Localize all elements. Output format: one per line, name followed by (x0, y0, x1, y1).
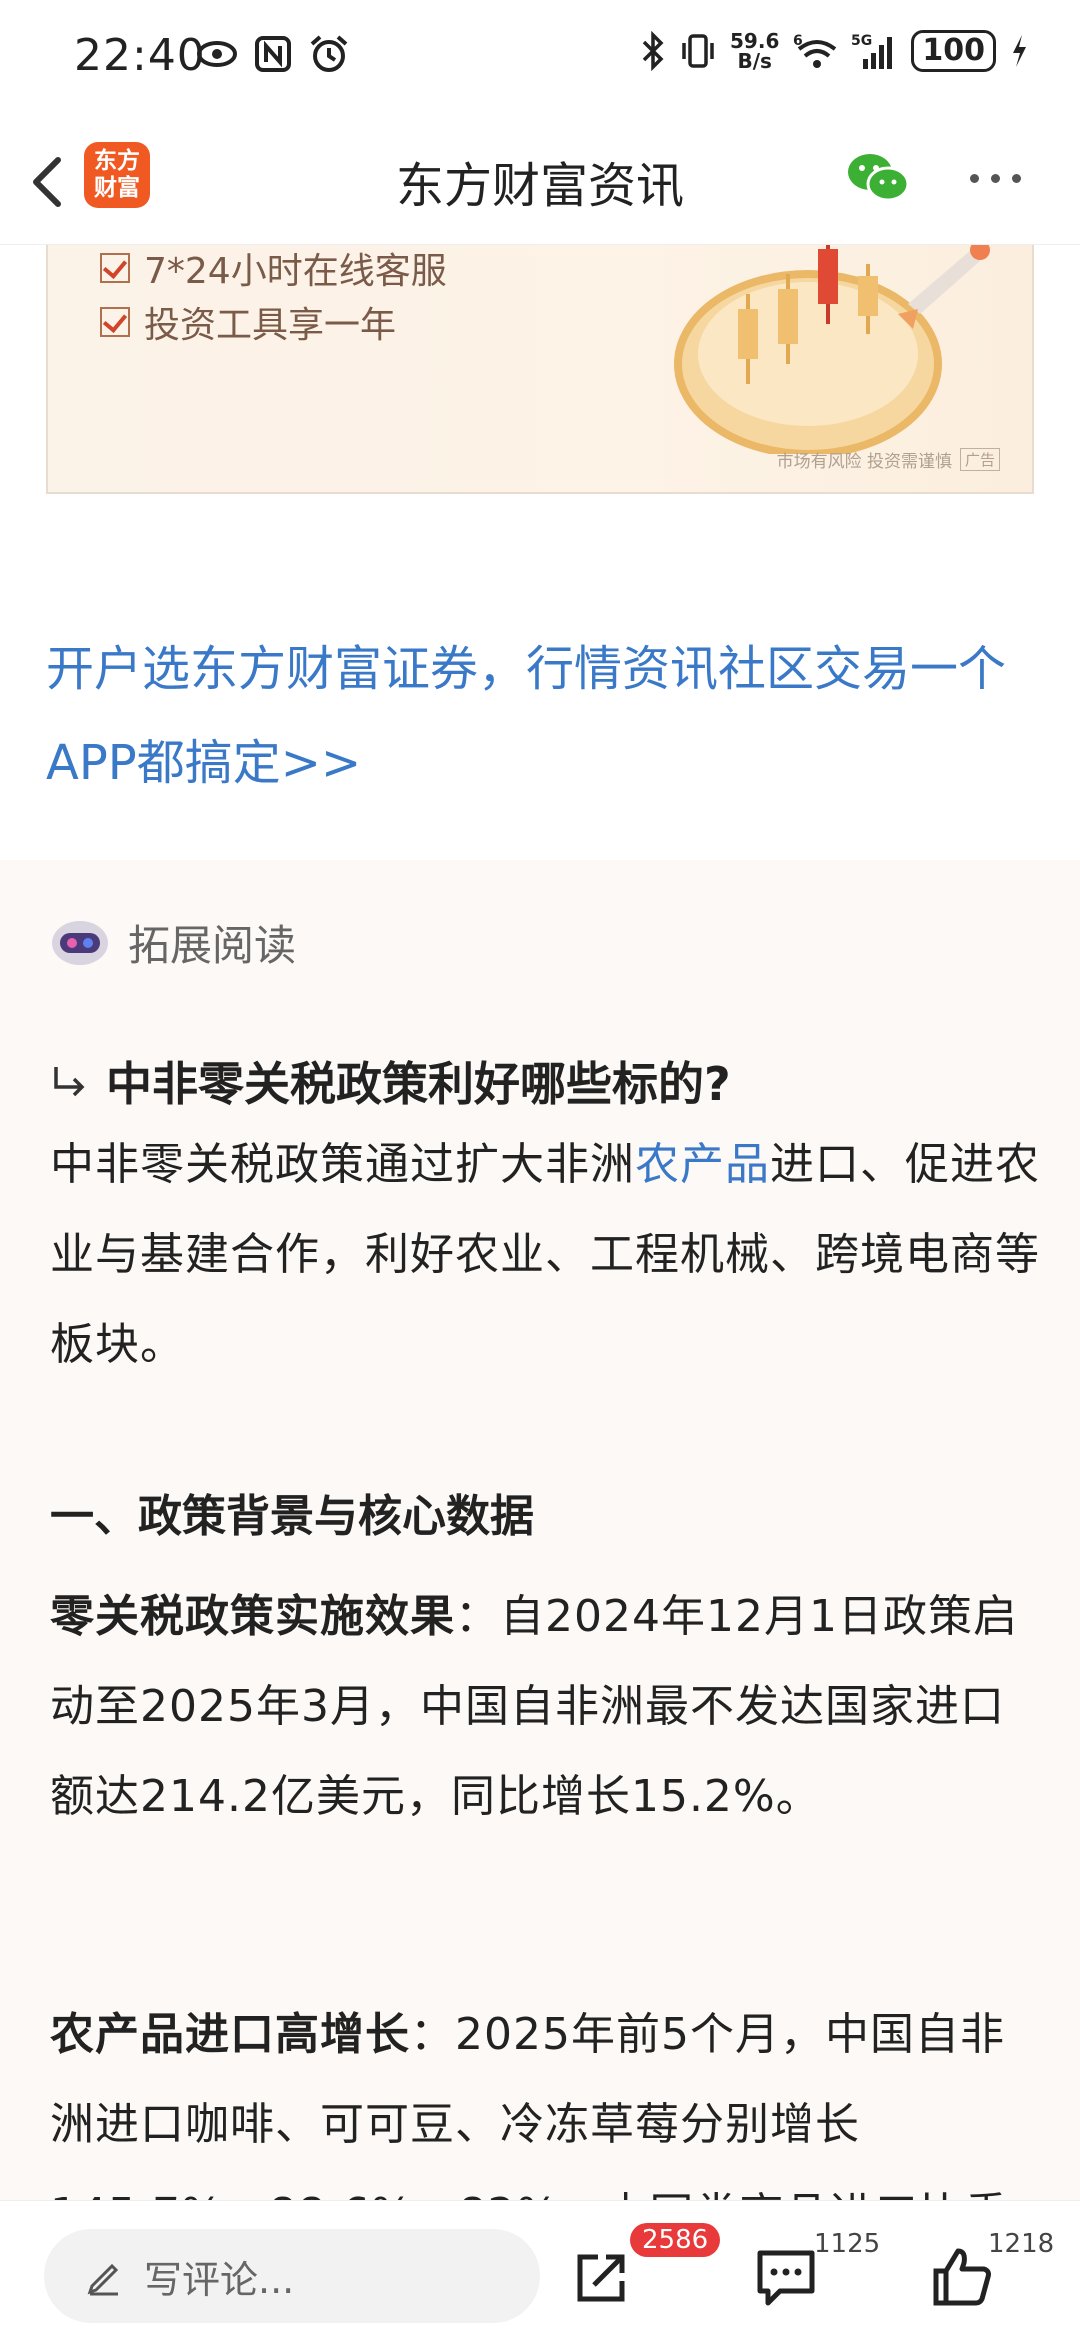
ad-feature-line: 7*24小时在线客服 (100, 244, 447, 294)
eye-icon (197, 41, 237, 67)
more-options-button[interactable] (970, 160, 1034, 196)
question-text: 中非零关税政策利好哪些标的? (106, 1057, 731, 1111)
more-dot-icon (1012, 173, 1021, 183)
ad-feature-text: 7*24小时在线客服 (144, 251, 447, 292)
ad-feature-text: 投资工具享一年 (144, 305, 397, 346)
answer-intro: 中非零关税政策通过扩大非洲农产品进口、促进农业与基建合作，利好农业、工程机械、跨… (50, 1120, 1040, 1390)
ad-tag: 广告 (959, 448, 1000, 471)
bottom-action-bar: 写评论... 2586 1125 1218 (0, 2200, 1080, 2341)
ad-disclaimer: 市场有风险 投资需谨慎 广告 (777, 447, 1000, 472)
alarm-icon (310, 35, 348, 72)
nav-bar: 东方 财富 东方财富资讯 (0, 120, 1080, 245)
charging-icon (1013, 35, 1026, 67)
wechat-share-icon[interactable] (846, 150, 910, 206)
pen-icon (87, 2263, 119, 2296)
extended-reading-header: 拓展阅读 (50, 912, 296, 973)
status-left-icons (196, 34, 350, 74)
extended-reading-section: 拓展阅读 中非零关税政策利好哪些标的? 中非零关税政策通过扩大非洲农产品进口、促… (0, 860, 1080, 2330)
ai-robot-icon (52, 920, 108, 965)
paragraph: 零关税政策实施效果：自2024年12月1日政策启动至2025年3月，中国自非洲最… (50, 1572, 1040, 1842)
checkbox-icon (100, 307, 130, 337)
nfc-icon (255, 36, 291, 72)
net-speed-value: 59.6 (730, 29, 780, 53)
vibrate-icon (682, 34, 714, 68)
more-dot-icon (991, 173, 1000, 183)
comment-input[interactable]: 写评论... (44, 2229, 540, 2323)
ad-banner[interactable]: 7*24小时在线客服 投资工具享一年 市场有风险 投资需谨慎 广告 (46, 244, 1034, 494)
reply-arrow-icon (54, 1067, 85, 1097)
open-account-promo-link[interactable]: 开户选东方财富证券，行情资讯社区交易一个APP都搞定>> (46, 622, 1046, 810)
net-speed-unit: B/s (737, 49, 772, 73)
bluetooth-icon (642, 31, 664, 71)
paragraph-bold-lead: 零关税政策实施效果 (50, 1591, 455, 1642)
paragraph-bold-lead: 农产品进口高增长 (50, 2009, 410, 2060)
checkbox-icon (100, 253, 130, 283)
section-heading: 一、政策背景与核心数据 (50, 1491, 534, 1542)
share-icon[interactable] (570, 2245, 634, 2309)
comment-placeholder: 写评论... (144, 2257, 295, 2302)
status-right-icons: 59.6 B/s 6 5G 100 (640, 30, 1028, 72)
net-speed: 59.6 B/s (730, 31, 779, 71)
status-time: 22:40 (74, 30, 206, 81)
like-icon[interactable] (930, 2245, 994, 2309)
ad-feature-line: 投资工具享一年 (100, 296, 396, 348)
related-question-link[interactable]: 中非零关税政策利好哪些标的? (50, 1048, 731, 1114)
comment-count: 1125 (814, 2229, 881, 2259)
agri-products-link[interactable]: 农产品 (635, 1139, 770, 1190)
more-dot-icon (970, 173, 979, 183)
status-bar: 22:40 59.6 B/s 6 5G 100 (0, 0, 1080, 120)
extended-reading-label: 拓展阅读 (128, 921, 297, 970)
comment-icon[interactable] (754, 2245, 818, 2309)
svg-text:5G: 5G (851, 33, 872, 49)
like-count: 1218 (988, 2229, 1055, 2259)
battery-indicator: 100 (911, 30, 996, 72)
ad-disclaimer-text: 市场有风险 投资需谨慎 (776, 452, 952, 472)
candlestick-coin-illustration (674, 244, 990, 454)
wifi-icon: 6 (793, 33, 837, 68)
intro-text: 中非零关税政策通过扩大非洲 (50, 1139, 635, 1190)
page-title: 东方财富资讯 (395, 158, 684, 214)
share-count-badge: 2586 (630, 2223, 721, 2257)
cellular-signal-icon: 5G (851, 33, 893, 69)
